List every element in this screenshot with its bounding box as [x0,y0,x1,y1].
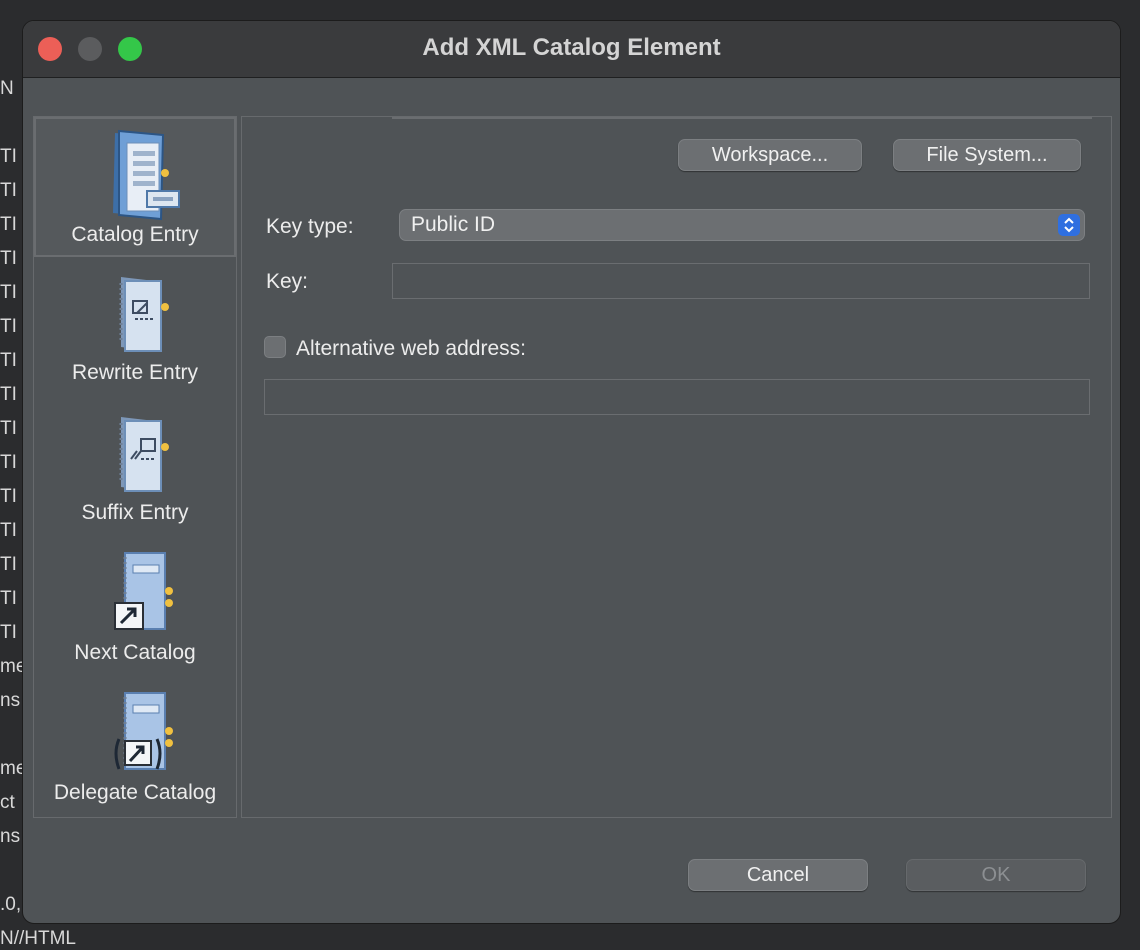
key-type-select[interactable]: Public ID [399,209,1085,241]
key-type-selected-value: Public ID [411,213,496,236]
bg-text-line: TI [0,588,17,609]
sidebar-item-catalog-entry[interactable]: Catalog Entry [34,117,236,257]
bg-text-line: TI [0,350,17,371]
sidebar-item-rewrite-entry[interactable]: Rewrite Entry [34,257,236,397]
bg-text-line: TI [0,622,17,643]
uri-field-bottom-border [392,117,1092,119]
bg-text-line: TI [0,146,17,167]
bg-text-line: TI [0,282,17,303]
key-input[interactable] [392,263,1090,299]
cancel-button[interactable]: Cancel [688,859,868,891]
sidebar-item-delegate-catalog[interactable]: Delegate Catalog [34,677,236,817]
chevron-up-down-icon [1058,214,1080,236]
bg-text-line: TI [0,486,17,507]
alternative-web-address-checkbox[interactable] [264,336,286,358]
catalog-entry-form: Workspace... File System... Key type: Pu… [241,116,1112,818]
ok-button[interactable]: OK [906,859,1086,891]
sidebar-item-label: Catalog Entry [71,223,199,246]
sidebar-item-label: Rewrite Entry [71,361,199,384]
bg-text-line: TI [0,248,17,269]
alternative-web-address-label: Alternative web address: [296,337,526,360]
dialog-title: Add XML Catalog Element [422,34,721,61]
sidebar-item-next-catalog[interactable]: Next Catalog [34,537,236,677]
bg-text-line: TI [0,452,17,473]
add-xml-catalog-dialog: Add XML Catalog Element Catalog Entry Re… [22,20,1121,924]
delegate-catalog-icon [114,692,173,770]
bg-text-line: ns [0,826,21,847]
workspace-button[interactable]: Workspace... [678,139,862,171]
bg-text-line: TI [0,316,17,337]
sidebar-item-label: Suffix Entry [81,501,189,524]
bg-text-line: TI [0,384,17,405]
bg-text-line: TI [0,180,17,201]
file-system-button[interactable]: File System... [893,139,1081,171]
bg-text-line: TI [0,554,17,575]
bg-text-line: TI [0,214,17,235]
bg-text-line: N [0,78,14,99]
title-bar[interactable]: Add XML Catalog Element [23,21,1120,78]
suffix-entry-icon [119,417,169,492]
bg-text-line: ct [0,792,15,813]
bg-text-line: .0, [0,894,22,915]
next-catalog-icon [114,552,173,630]
catalog-entry-icon [113,129,180,221]
catalog-element-type-list: Catalog Entry Rewrite Entry Suffix Entry… [33,116,237,818]
alternative-web-address-input[interactable] [264,379,1090,415]
bg-text-line: N//HTML [0,928,76,949]
sidebar-item-label: Delegate Catalog [53,781,217,804]
bg-text-line: TI [0,418,17,439]
bg-text-line: TI [0,520,17,541]
rewrite-entry-icon [119,277,169,352]
sidebar-item-label: Next Catalog [74,641,196,664]
key-type-label: Key type: [266,215,354,238]
key-label: Key: [266,270,309,293]
bg-text-line: ns [0,690,21,711]
sidebar-item-suffix-entry[interactable]: Suffix Entry [34,397,236,537]
